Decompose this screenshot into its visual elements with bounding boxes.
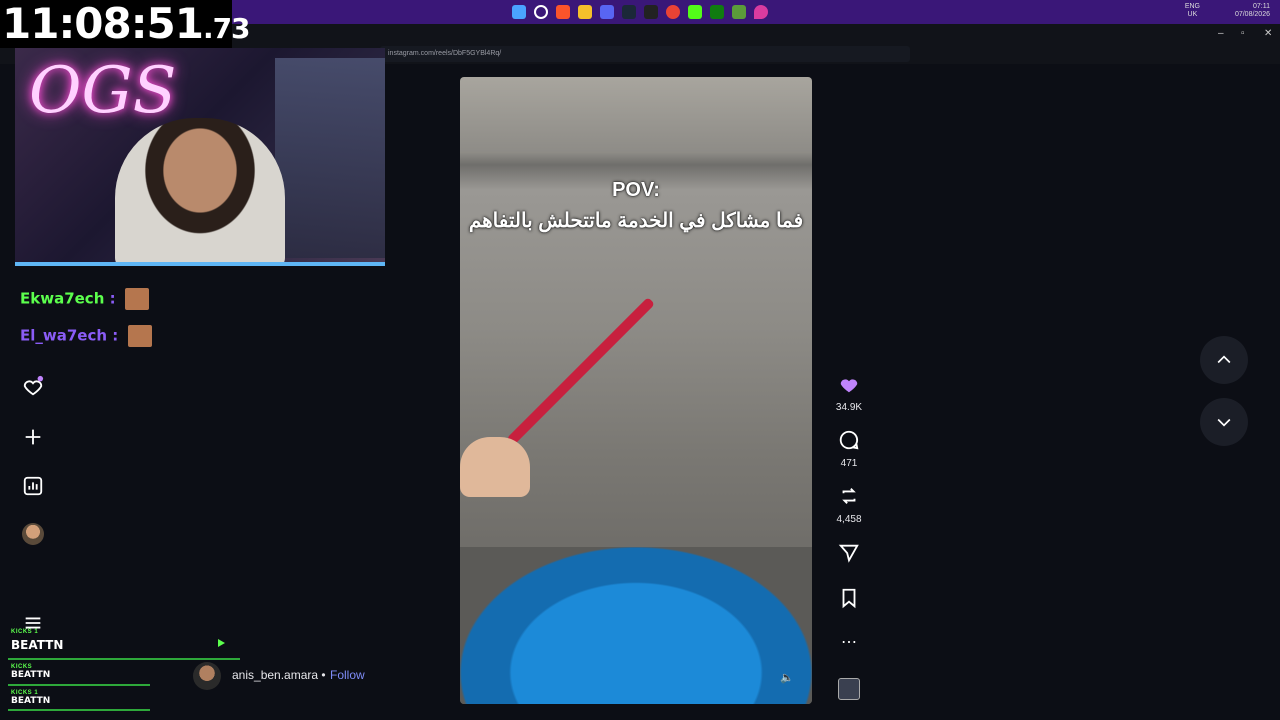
chevron-down-icon bbox=[1217, 418, 1231, 427]
kick-divider bbox=[8, 709, 150, 711]
like-action[interactable]: 34.9K bbox=[833, 373, 865, 413]
search-icon[interactable] bbox=[534, 5, 548, 19]
language-bottom: UK bbox=[1187, 11, 1198, 18]
streamer bbox=[115, 118, 285, 262]
more-options-icon[interactable]: ⋯ bbox=[833, 632, 865, 652]
repost-action[interactable]: 4,458 bbox=[833, 485, 865, 525]
timer-main: 11:08:51 bbox=[2, 0, 204, 48]
repost-icon[interactable] bbox=[838, 485, 860, 507]
steam-icon[interactable] bbox=[622, 5, 636, 19]
reel-video[interactable]: POV: فما مشاكل في الخدمة ماتتحلش بالتفاه… bbox=[460, 77, 812, 704]
url-text: instagram.com/reels/DbF5GYBl4Rq/ bbox=[388, 50, 502, 57]
windows-icon[interactable] bbox=[512, 5, 526, 19]
files-icon[interactable] bbox=[578, 5, 592, 19]
kick-name: BEATTN bbox=[11, 638, 64, 652]
webcam-overlay: OGS bbox=[15, 48, 385, 266]
next-reel-button[interactable] bbox=[1200, 398, 1248, 446]
emote bbox=[124, 288, 149, 310]
follow-button[interactable]: Follow bbox=[330, 668, 365, 682]
chat-separator: : bbox=[112, 326, 119, 345]
background-shelf bbox=[275, 58, 385, 258]
neon-sign-logo: OGS bbox=[29, 54, 177, 128]
heart-icon[interactable] bbox=[838, 373, 860, 395]
clock-date: 07/08/2026 bbox=[1234, 11, 1270, 18]
discord-icon[interactable] bbox=[600, 5, 614, 19]
clock[interactable]: 07:11 07/08/2026 bbox=[1235, 3, 1270, 19]
kick-divider bbox=[8, 684, 150, 686]
minecraft-icon[interactable] bbox=[732, 5, 746, 19]
play-icon bbox=[218, 639, 225, 647]
author-name-text: anis_ben.amara bbox=[232, 668, 319, 682]
chrome-icon[interactable] bbox=[666, 5, 680, 19]
xbox-icon[interactable] bbox=[710, 5, 724, 19]
comment-action[interactable]: 471 bbox=[833, 429, 865, 469]
comment-count: 471 bbox=[840, 458, 858, 469]
chat-message: El_wa7ech : bbox=[20, 325, 152, 347]
epic-icon[interactable] bbox=[644, 5, 658, 19]
chat-username: El_wa7ech bbox=[20, 326, 108, 345]
kick-label: KICKS 1 bbox=[11, 629, 39, 635]
share-action[interactable] bbox=[833, 542, 865, 569]
repost-count: 4,458 bbox=[836, 514, 862, 525]
red-crowbar bbox=[506, 297, 655, 446]
emote bbox=[127, 325, 152, 347]
kick-name: BEATTN bbox=[11, 670, 51, 680]
reel-caption-pov: POV: bbox=[612, 179, 660, 201]
volume-icon[interactable]: 🔈 bbox=[780, 671, 794, 684]
chat-separator: : bbox=[109, 289, 116, 308]
author-avatar[interactable] bbox=[193, 662, 221, 690]
clock-time: 07:11 bbox=[1253, 3, 1270, 10]
location-icon[interactable] bbox=[754, 5, 768, 19]
kick-divider bbox=[8, 658, 240, 660]
previous-reel-button[interactable] bbox=[1200, 336, 1248, 384]
reel-caption-arabic: فما مشاكل في الخدمة ماتتحلش بالتفاهم bbox=[468, 210, 804, 232]
stream-timer: 11:08:51.73 bbox=[0, 0, 251, 48]
blue-cloth bbox=[460, 547, 812, 704]
chat-username: Ekwa7ech bbox=[20, 289, 105, 308]
author-username[interactable]: anis_ben.amara • bbox=[232, 668, 326, 682]
notifications-heart-icon[interactable] bbox=[22, 375, 44, 397]
address-bar[interactable]: instagram.com/reels/DbF5GYBl4Rq/ bbox=[380, 46, 910, 62]
kick-name: BEATTN bbox=[11, 696, 51, 706]
kick-icon[interactable] bbox=[688, 5, 702, 19]
maximize-icon[interactable]: ▫ bbox=[1241, 28, 1245, 39]
brave-icon[interactable] bbox=[556, 5, 570, 19]
like-count: 34.9K bbox=[835, 402, 863, 413]
bookmark-icon[interactable] bbox=[838, 587, 860, 609]
author-separator: • bbox=[321, 668, 326, 682]
language-indicator[interactable]: ENG UK bbox=[1185, 3, 1200, 19]
close-icon[interactable]: ✕ bbox=[1264, 28, 1272, 39]
hand bbox=[460, 437, 530, 497]
chevron-up-icon bbox=[1217, 355, 1231, 364]
share-icon[interactable] bbox=[838, 542, 860, 564]
timer-fraction: .73 bbox=[202, 12, 251, 45]
chat-message: Ekwa7ech : bbox=[20, 288, 149, 310]
save-action[interactable] bbox=[833, 587, 865, 614]
dashboard-icon[interactable] bbox=[22, 475, 44, 497]
comment-icon[interactable] bbox=[838, 429, 860, 451]
minimize-icon[interactable]: – bbox=[1218, 28, 1224, 39]
audio-thumbnail[interactable] bbox=[833, 678, 865, 700]
profile-avatar[interactable] bbox=[22, 523, 44, 545]
create-plus-icon[interactable] bbox=[22, 426, 44, 448]
language-top: ENG bbox=[1184, 3, 1200, 10]
